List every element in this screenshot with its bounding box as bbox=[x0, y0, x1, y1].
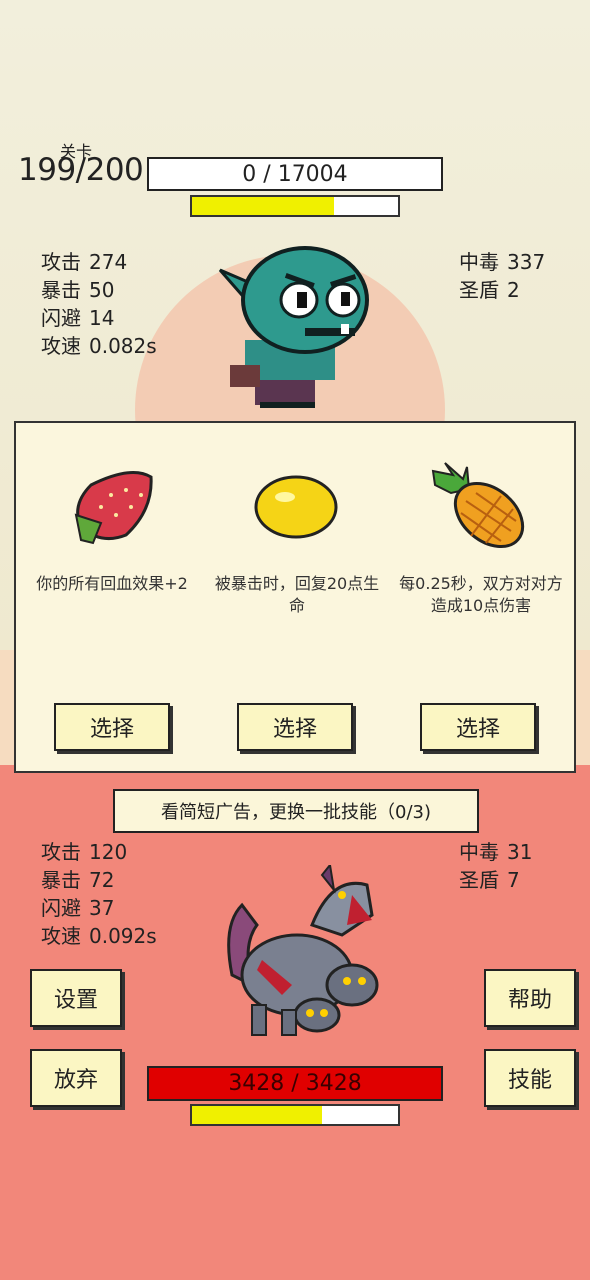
pineapple-icon bbox=[431, 462, 525, 549]
player-stat-dodge: 闪避 37 bbox=[41, 896, 115, 920]
player-hp-bar: 3428 / 3428 bbox=[147, 1066, 443, 1101]
enemy-energy-bar bbox=[190, 195, 400, 217]
player-status-poison: 中毒 31 bbox=[459, 840, 533, 864]
enemy-stat-attack: 攻击 274 bbox=[41, 250, 128, 274]
enemy-stats: 攻击 274 暴击 50 闪避 14 攻速 0.082s bbox=[41, 248, 157, 360]
enemy-hp-text: 0 / 17004 bbox=[242, 161, 348, 187]
player-stat-speed: 攻速 0.092s bbox=[41, 924, 157, 948]
select-skill-3-button[interactable]: 选择 bbox=[420, 703, 536, 751]
skill-desc-3: 每0.25秒，双方对对方造成10点伤害 bbox=[399, 574, 563, 615]
enemy-energy-fill bbox=[192, 197, 335, 215]
select-skill-1-button[interactable]: 选择 bbox=[54, 703, 170, 751]
strawberry-icon bbox=[74, 471, 153, 545]
level-value: 199/200 bbox=[18, 152, 144, 188]
enemy-stat-crit: 暴击 50 bbox=[41, 278, 115, 302]
skill-desc-1: 你的所有回血效果+2 bbox=[36, 574, 188, 593]
player-hp-text: 3428 / 3428 bbox=[228, 1071, 362, 1096]
player-energy-bar bbox=[190, 1104, 400, 1126]
lemon-icon bbox=[254, 475, 338, 539]
select-skill-2-button[interactable]: 选择 bbox=[237, 703, 353, 751]
enemy-stat-dodge: 闪避 14 bbox=[41, 306, 115, 330]
player-status: 中毒 31 圣盾 7 bbox=[459, 838, 532, 894]
help-button[interactable]: 帮助 bbox=[484, 969, 576, 1027]
player-stat-attack: 攻击 120 bbox=[41, 840, 128, 864]
enemy-status: 中毒 337 圣盾 2 bbox=[459, 248, 545, 304]
goblin-enemy-sprite bbox=[218, 246, 369, 408]
settings-button[interactable]: 设置 bbox=[30, 969, 122, 1027]
enemy-stat-speed: 攻速 0.082s bbox=[41, 334, 157, 358]
dragon-player-sprite bbox=[227, 865, 379, 1036]
player-status-shield: 圣盾 7 bbox=[459, 868, 520, 892]
player-stats: 攻击 120 暴击 72 闪避 37 攻速 0.092s bbox=[41, 838, 157, 950]
player-stat-crit: 暴击 72 bbox=[41, 868, 115, 892]
refresh-skills-ad-button[interactable]: 看简短广告，更换一批技能（0/3) bbox=[113, 789, 479, 833]
enemy-status-shield: 圣盾 2 bbox=[459, 278, 520, 302]
enemy-status-poison: 中毒 337 bbox=[459, 250, 546, 274]
give-up-button[interactable]: 放弃 bbox=[30, 1049, 122, 1107]
enemy-hp-bar: 0 / 17004 bbox=[147, 157, 443, 191]
skill-desc-2: 被暴击时，回复20点生命 bbox=[214, 574, 380, 615]
skills-button[interactable]: 技能 bbox=[484, 1049, 576, 1107]
player-energy-fill bbox=[192, 1106, 322, 1124]
